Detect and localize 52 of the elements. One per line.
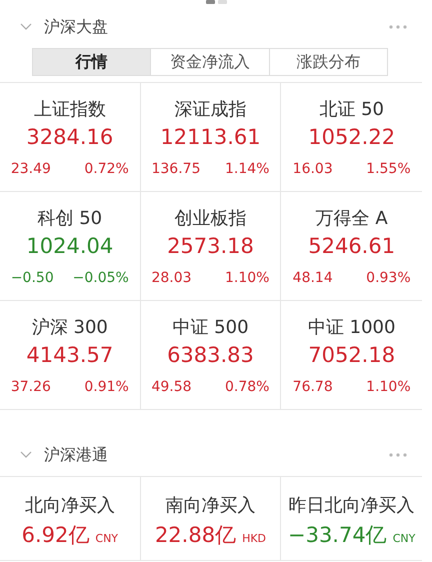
- index-value: 4143.57: [26, 343, 114, 367]
- index-value: 6.92亿: [22, 522, 90, 549]
- index-name: 北证 50: [319, 98, 384, 121]
- change-value: 37.26: [10, 379, 51, 395]
- index-value: −33.74亿: [288, 522, 387, 549]
- change-percent: 0.72%: [84, 161, 129, 177]
- chevron-icon[interactable]: [20, 23, 32, 31]
- change-percent: 1.14%: [225, 161, 270, 177]
- change-percent: 0.91%: [84, 379, 129, 395]
- index-name: 深证成指: [174, 98, 246, 121]
- index-name: 创业板指: [174, 207, 246, 230]
- index-name: 万得全 A: [316, 207, 388, 230]
- index-name: 中证 1000: [308, 316, 396, 339]
- index-value: 2573.18: [167, 234, 254, 258]
- index-value: 6383.83: [167, 343, 254, 367]
- index-name: 科创 50: [38, 207, 102, 230]
- change-value: 76.78: [292, 379, 333, 395]
- change-percent: 1.10%: [225, 270, 270, 286]
- section-title: 沪深港通: [44, 444, 109, 466]
- currency-unit: HKD: [242, 532, 266, 545]
- index-name: 昨日北向净买入: [288, 494, 415, 517]
- index-value: 5246.61: [308, 234, 396, 258]
- change-percent: 0.78%: [225, 379, 270, 395]
- index-name: 沪深 300: [32, 316, 108, 339]
- change-percent: −0.05%: [72, 270, 129, 286]
- change-value: 48.14: [292, 270, 333, 286]
- index-value: 7052.18: [308, 343, 396, 367]
- change-percent: 1.10%: [366, 379, 411, 395]
- change-value: −0.50: [10, 270, 54, 286]
- chevron-icon[interactable]: [20, 451, 32, 459]
- index-name: 南向净买入: [165, 494, 256, 517]
- change-value: 49.58: [151, 379, 192, 395]
- index-value: 1024.04: [26, 234, 114, 258]
- index-name: 北向净买入: [24, 494, 115, 517]
- index-value: 12113.61: [160, 125, 261, 149]
- currency-unit: CNY: [392, 532, 416, 545]
- change-value: 23.49: [10, 161, 51, 177]
- index-name: 中证 500: [172, 316, 249, 339]
- index-value: 22.88亿: [154, 522, 236, 549]
- more-icon[interactable]: [388, 25, 408, 29]
- tab[interactable]: 行情: [33, 49, 150, 75]
- section-title: 沪深大盘: [44, 16, 109, 38]
- more-icon[interactable]: [388, 453, 408, 457]
- index-value: 1052.22: [308, 125, 396, 149]
- change-value: 16.03: [292, 161, 333, 177]
- change-value: 28.03: [151, 270, 192, 286]
- index-value: 3284.16: [26, 125, 114, 149]
- change-percent: 1.55%: [366, 161, 411, 177]
- change-value: 136.75: [151, 161, 200, 177]
- index-name: 上证指数: [34, 98, 106, 121]
- change-percent: 0.93%: [366, 270, 411, 286]
- currency-unit: CNY: [95, 532, 118, 545]
